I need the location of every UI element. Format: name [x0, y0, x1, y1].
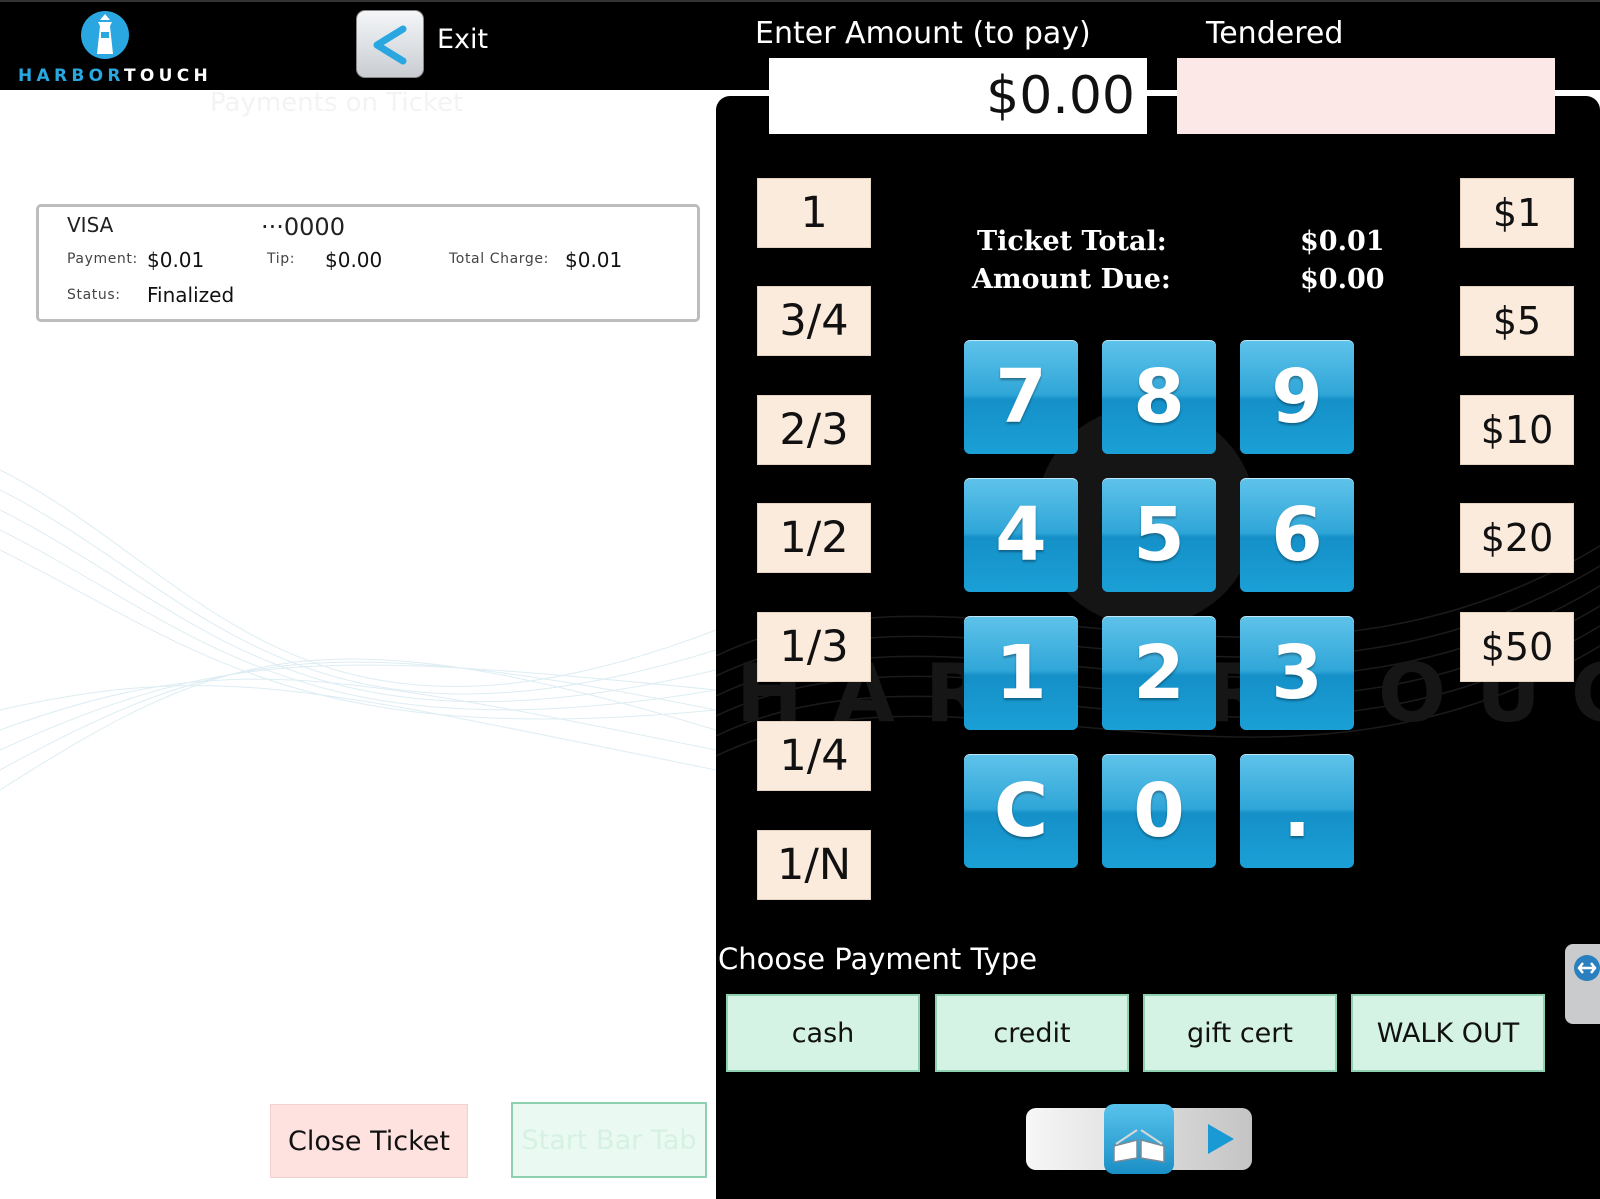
fraction-button-3-4[interactable]: 3/4 [757, 286, 871, 356]
pay-credit-button[interactable]: credit [935, 994, 1129, 1072]
key-5[interactable]: 5 [1102, 478, 1216, 592]
logo-wordmark: HARBORTOUCH [18, 66, 212, 86]
key-decimal[interactable]: . [1240, 754, 1354, 868]
key-9[interactable]: 9 [1240, 340, 1354, 454]
pay-gift-cert-button[interactable]: gift cert [1143, 994, 1337, 1072]
amount-due-label: Amount Due: [972, 264, 1171, 295]
enter-amount-label: Enter Amount (to pay) [755, 16, 1091, 51]
key-7[interactable]: 7 [964, 340, 1078, 454]
remote-support-icon [1574, 955, 1600, 981]
book-slider-handle[interactable] [1104, 1104, 1174, 1174]
payment-record[interactable]: VISA ···0000 Payment: $0.01 Tip: $0.00 T… [36, 204, 700, 322]
fraction-button-1-2[interactable]: 1/2 [757, 503, 871, 573]
card-type: VISA [67, 213, 114, 237]
payments-title: Payments on Ticket [210, 88, 464, 118]
key-clear[interactable]: C [964, 754, 1078, 868]
quick-cash-50[interactable]: $50 [1460, 612, 1574, 682]
key-2[interactable]: 2 [1102, 616, 1216, 730]
exit-label[interactable]: Exit [437, 24, 488, 55]
total-charge-label: Total Charge: [449, 251, 549, 267]
close-ticket-button[interactable]: Close Ticket [270, 1104, 468, 1178]
fraction-button-1-n[interactable]: 1/N [757, 830, 871, 900]
total-charge-value: $0.01 [565, 248, 623, 272]
quick-cash-1[interactable]: $1 [1460, 178, 1574, 248]
payment-label: Payment: [67, 251, 138, 267]
status-label: Status: [67, 287, 121, 303]
fraction-button-1-3[interactable]: 1/3 [757, 612, 871, 682]
key-0[interactable]: 0 [1102, 754, 1216, 868]
key-1[interactable]: 1 [964, 616, 1078, 730]
harbortouch-logo: HARBORTOUCH [16, 8, 208, 88]
fraction-button-1-4[interactable]: 1/4 [757, 721, 871, 791]
quick-cash-10[interactable]: $10 [1460, 395, 1574, 465]
ticket-total-value: $0.01 [1300, 226, 1385, 257]
logo-word-touch: TOUCH [124, 66, 213, 86]
logo-word-harbor: HARBOR [18, 66, 125, 86]
lighthouse-logo-icon [81, 11, 129, 59]
exit-button[interactable] [356, 10, 424, 78]
tip-value: $0.00 [325, 248, 383, 272]
walk-out-button[interactable]: WALK OUT [1351, 994, 1545, 1072]
tendered-label: Tendered [1206, 16, 1344, 51]
book-icon [1113, 1129, 1165, 1163]
pay-cash-button[interactable]: cash [726, 994, 920, 1072]
quick-cash-20[interactable]: $20 [1460, 503, 1574, 573]
tendered-field[interactable] [1177, 58, 1555, 134]
quick-cash-5[interactable]: $5 [1460, 286, 1574, 356]
back-arrow-icon [373, 25, 407, 65]
key-6[interactable]: 6 [1240, 478, 1354, 592]
status-value: Finalized [147, 283, 235, 307]
key-4[interactable]: 4 [964, 478, 1078, 592]
side-drawer-tab[interactable] [1565, 944, 1600, 1024]
key-8[interactable]: 8 [1102, 340, 1216, 454]
play-arrow-icon[interactable] [1204, 1122, 1238, 1156]
payment-value: $0.01 [147, 248, 205, 272]
fraction-button-2-3[interactable]: 2/3 [757, 395, 871, 465]
amount-due-value: $0.00 [1300, 264, 1385, 295]
start-bar-tab-button[interactable]: Start Bar Tab [511, 1102, 707, 1178]
card-number: ···0000 [261, 213, 345, 241]
amount-input[interactable]: $0.00 [769, 58, 1147, 134]
ticket-total-label: Ticket Total: [977, 226, 1167, 257]
fraction-button-1[interactable]: 1 [757, 178, 871, 248]
key-3[interactable]: 3 [1240, 616, 1354, 730]
tip-label: Tip: [267, 251, 296, 267]
choose-payment-type-label: Choose Payment Type [718, 942, 1038, 976]
